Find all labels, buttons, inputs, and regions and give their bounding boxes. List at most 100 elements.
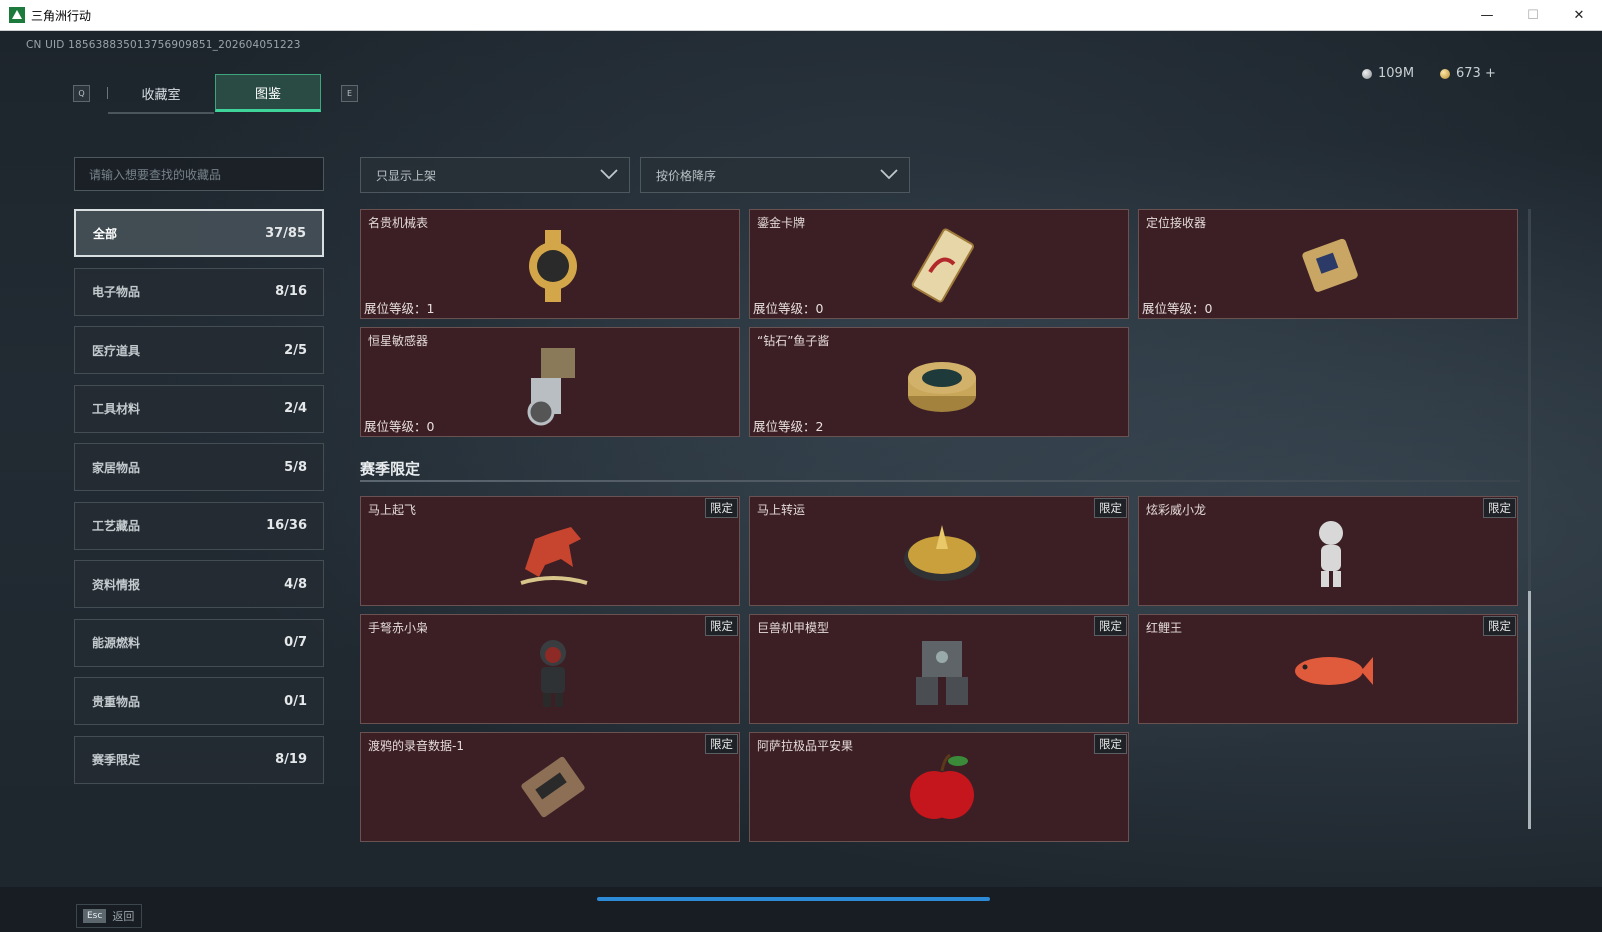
gold-amount: 673 + [1456,66,1496,81]
prev-tab-hotkey[interactable]: Q [73,85,90,102]
tab-codex[interactable]: 图鉴 [215,74,321,112]
item-name: 恒星敏感器 [368,334,429,348]
season-card[interactable]: 马上起飞 限定 [360,496,740,606]
caviar-tin-icon [908,362,976,412]
category-count: 0/7 [284,635,307,650]
level-value: 2 [815,419,824,434]
maximize-button[interactable]: ☐ [1510,0,1556,31]
minimize-button[interactable]: — [1464,0,1510,31]
limited-badge: 限定 [705,498,738,518]
item-level: 展位等级：2 [753,416,823,435]
category-item[interactable]: 赛季限定 8/19 [74,735,324,784]
level-label: 展位等级： [753,419,816,434]
display-filter-value: 只显示上架 [376,168,437,183]
category-count: 4/8 [284,576,307,592]
season-card[interactable]: 红鲤王 限定 [1138,614,1518,724]
gps-receiver-icon [1302,238,1358,292]
category-label: 资料情报 [92,577,141,592]
sort-value: 按价格降序 [656,168,717,183]
tab-collection-room[interactable]: 收藏室 [108,74,214,114]
display-filter-dropdown[interactable]: 只显示上架 [360,157,630,193]
red-horse-icon [520,527,588,585]
item-name: 马上转运 [757,503,806,517]
category-count: 16/36 [266,518,307,533]
next-tab-hotkey[interactable]: E [341,85,358,102]
season-card[interactable]: 渡鸦的录音数据-1 限定 [360,732,740,842]
search-input[interactable]: 请输入想要查找的收藏品 [74,157,324,191]
dragon-figure-icon [1319,521,1343,587]
silver-amount: 109M [1378,66,1415,81]
silver-currency: 109M [1362,66,1414,81]
category-label: 赛季限定 [92,753,141,767]
section-divider [360,480,1520,482]
item-name: 手弩赤小枭 [368,621,429,635]
window-controls: — ☐ ✕ [1464,0,1602,31]
close-button[interactable]: ✕ [1556,0,1602,31]
hooded-figure-icon [540,640,566,707]
item-name: 定位接收器 [1146,216,1207,230]
category-count: 2/4 [284,401,307,416]
category-label: 医疗道具 [92,343,141,358]
item-name: 阿萨拉极品平安果 [757,739,854,753]
gold-watch-icon [529,230,577,302]
gold-currency[interactable]: 673 + [1440,66,1496,81]
sort-dropdown[interactable]: 按价格降序 [640,157,910,193]
category-item[interactable]: 医疗道具 2/5 [74,326,324,374]
limited-badge: 限定 [1094,498,1127,518]
category-count: 37/85 [265,225,306,241]
item-name: 马上起飞 [368,503,417,517]
category-item[interactable]: 工具材料 2/4 [74,384,324,433]
red-carp-icon [1295,657,1373,685]
item-level: 展位等级：0 [1142,298,1212,317]
item-name: 名贵机械表 [368,216,429,230]
scrollbar-thumb[interactable] [1528,591,1531,829]
season-card[interactable]: 巨兽机甲模型 限定 [749,614,1129,724]
item-name: 炫彩威小龙 [1146,503,1207,517]
collection-card[interactable]: 恒星敏感器 展位等级：0 [360,327,740,437]
category-count: 8/16 [275,284,307,299]
fortune-wheel-icon [904,525,980,581]
collection-card[interactable]: 名贵机械表 展位等级：1 [360,209,740,319]
level-label: 展位等级： [753,301,816,316]
category-item[interactable]: 家居物品 5/8 [74,443,324,491]
category-count: 0/1 [284,693,307,709]
chevron-down-icon [600,169,618,180]
item-level: 展位等级：0 [753,298,823,317]
category-count: 8/19 [275,752,307,767]
collection-card[interactable]: 定位接收器 展位等级：0 [1138,209,1518,319]
level-label: 展位等级： [1142,301,1205,316]
red-apple-icon [910,753,974,819]
category-item[interactable]: 资料情报 4/8 [74,560,324,608]
season-card[interactable]: 手弩赤小枭 限定 [360,614,740,724]
window-title: 三角洲行动 [31,8,92,23]
category-label: 全部 [93,226,118,241]
item-name: 巨兽机甲模型 [757,621,830,635]
back-label: 返回 [112,910,135,923]
limited-badge: 限定 [1094,734,1127,754]
category-item[interactable]: 全部 37/85 [74,209,324,257]
back-button[interactable]: Esc 返回 [76,904,142,928]
category-label: 家居物品 [92,460,141,475]
item-name: “钻石”鱼子酱 [757,334,830,348]
category-count: 2/5 [284,342,307,358]
season-card[interactable]: 阿萨拉极品平安果 限定 [749,732,1129,842]
item-name: 鎏金卡牌 [757,216,806,230]
category-item[interactable]: 能源燃料 0/7 [74,618,324,667]
level-value: 0 [1204,301,1213,316]
category-label: 能源燃料 [92,636,141,650]
window-titlebar: 三角洲行动 — ☐ ✕ [0,0,1602,31]
loading-progress-bar [597,897,990,901]
level-label: 展位等级： [364,301,427,316]
season-card[interactable]: 炫彩威小龙 限定 [1138,496,1518,606]
gold-coin-icon [1440,68,1450,79]
category-item[interactable]: 贵重物品 0/1 [74,677,324,725]
mech-model-icon [916,641,968,705]
item-level: 展位等级：0 [364,416,434,435]
category-item[interactable]: 电子物品 8/16 [74,267,324,316]
season-card[interactable]: 马上转运 限定 [749,496,1129,606]
collection-card[interactable]: 鎏金卡牌 展位等级：0 [749,209,1129,319]
item-name: 红鲤王 [1146,621,1183,635]
category-item[interactable]: 工艺藏品 16/36 [74,501,324,550]
collection-card[interactable]: “钻石”鱼子酱 展位等级：2 [749,327,1129,437]
data-drive-icon [521,756,585,818]
